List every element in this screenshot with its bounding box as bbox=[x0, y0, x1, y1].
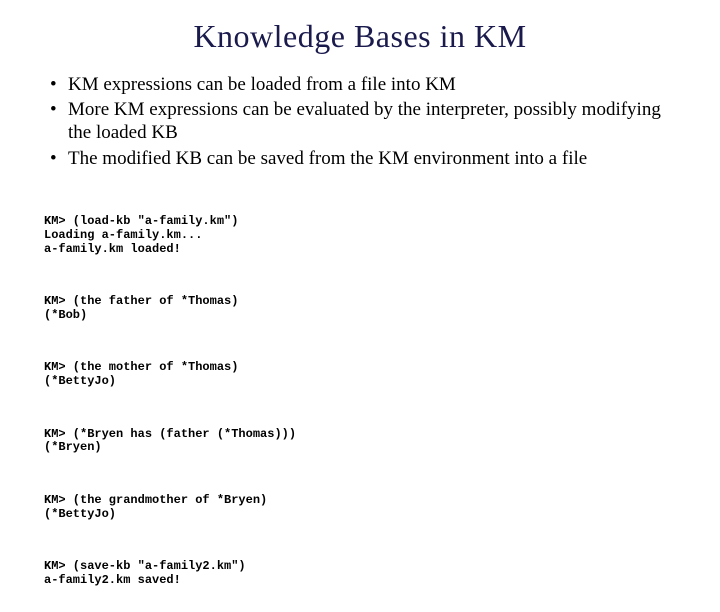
code-group: KM> (save-kb "a-family2.km") a-family2.k… bbox=[44, 560, 676, 588]
code-group: KM> (the father of *Thomas) (*Bob) bbox=[44, 295, 676, 323]
code-group: KM> (*Bryen has (father (*Thomas))) (*Br… bbox=[44, 428, 676, 456]
bullet-item: The modified KB can be saved from the KM… bbox=[44, 147, 676, 170]
code-group: KM> (load-kb "a-family.km") Loading a-fa… bbox=[44, 215, 676, 256]
bullet-item: More KM expressions can be evaluated by … bbox=[44, 98, 676, 144]
slide-title: Knowledge Bases in KM bbox=[44, 18, 676, 55]
code-group: KM> (the mother of *Thomas) (*BettyJo) bbox=[44, 361, 676, 389]
code-group: KM> (the grandmother of *Bryen) (*BettyJ… bbox=[44, 494, 676, 522]
bullet-list: KM expressions can be loaded from a file… bbox=[44, 73, 676, 170]
code-block: KM> (load-kb "a-family.km") Loading a-fa… bbox=[44, 188, 676, 612]
bullet-item: KM expressions can be loaded from a file… bbox=[44, 73, 676, 96]
